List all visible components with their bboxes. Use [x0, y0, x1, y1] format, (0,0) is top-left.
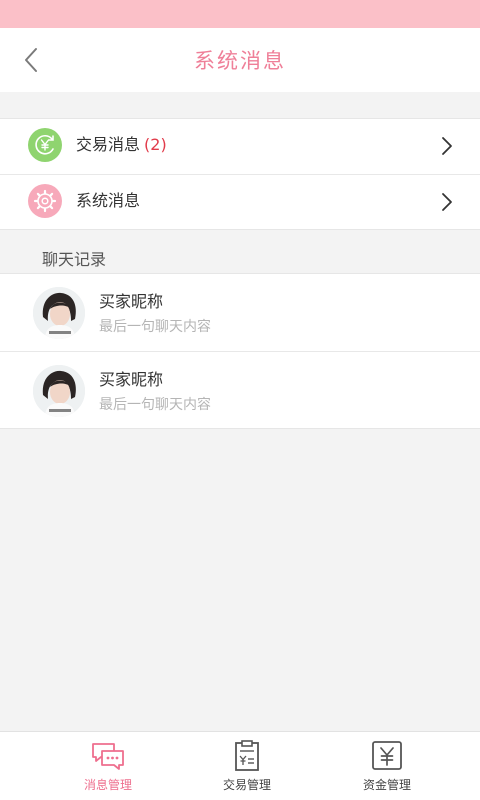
unread-count-badge: (2) [144, 135, 167, 154]
clipboard-yen-icon [235, 740, 259, 771]
chat-item[interactable]: 买家昵称 最后一句聊天内容 [0, 274, 480, 352]
system-message-list: 交易消息 (2) 系统消息 [0, 118, 480, 230]
last-message-preview: 最后一句聊天内容 [99, 397, 211, 413]
buyer-avatar [33, 365, 85, 417]
chevron-right-icon [442, 137, 452, 155]
top-nav-bar: 系统消息 [0, 28, 480, 92]
page-title: 系统消息 [194, 49, 286, 73]
trade-messages-item[interactable]: 交易消息 (2) [0, 119, 480, 175]
chevron-right-icon [442, 193, 452, 211]
tab-fund-management[interactable]: 资金管理 [307, 732, 467, 800]
chat-item[interactable]: 买家昵称 最后一句聊天内容 [0, 352, 480, 430]
system-messages-label: 系统消息 [76, 191, 141, 210]
gear-icon [28, 184, 62, 218]
tab-trade-management[interactable]: 交易管理 [167, 732, 327, 800]
status-bar [0, 0, 480, 28]
tab-label: 消息管理 [83, 778, 132, 792]
system-messages-item[interactable]: 系统消息 [0, 175, 480, 231]
chat-bubble-icon [92, 743, 124, 770]
tab-label: 交易管理 [222, 778, 271, 792]
last-message-preview: 最后一句聊天内容 [99, 319, 211, 335]
trade-messages-label: 交易消息 (2) [76, 135, 167, 154]
yen-circle-icon [28, 128, 62, 162]
buyer-avatar [33, 287, 85, 339]
tab-message-management[interactable]: 消息管理 [28, 732, 188, 800]
buyer-nickname: 买家昵称 [99, 292, 164, 311]
chat-history-heading: 聊天记录 [42, 250, 107, 269]
back-button[interactable] [18, 46, 46, 74]
tab-label: 资金管理 [362, 778, 411, 792]
buyer-nickname: 买家昵称 [99, 370, 164, 389]
chat-history-list: 买家昵称 最后一句聊天内容 买家昵称 最后一句聊天内容 [0, 273, 480, 429]
yen-box-icon [372, 741, 402, 770]
chevron-left-icon [25, 48, 37, 72]
bottom-tab-bar: 消息管理 交易管理 资金管理 [0, 731, 480, 800]
